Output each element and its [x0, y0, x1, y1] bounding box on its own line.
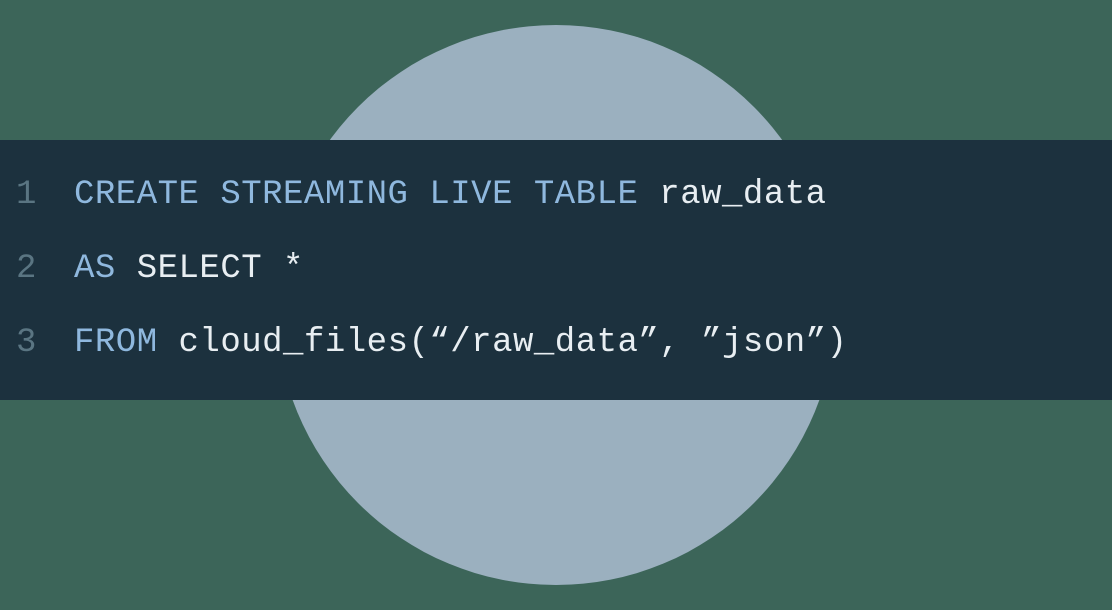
code-line-1: 1 CREATE STREAMING LIVE TABLE raw_data [0, 178, 1112, 212]
code-line-3: 3 FROM cloud_files(“/raw_data”, ”json”) [0, 326, 1112, 360]
code-block: 1 CREATE STREAMING LIVE TABLE raw_data 2… [0, 140, 1112, 400]
token-plain [638, 176, 659, 214]
line-number: 2 [16, 252, 74, 286]
token-plain [116, 250, 137, 288]
token-keyword: CREATE STREAMING LIVE TABLE [74, 176, 638, 214]
token-identifier: cloud_files(“/raw_data”, ”json”) [179, 324, 848, 362]
token-plain [158, 324, 179, 362]
line-number: 3 [16, 326, 74, 360]
token-keyword: AS [74, 250, 116, 288]
token-identifier: raw_data [659, 176, 826, 214]
code-content: AS SELECT * [74, 252, 304, 286]
code-content: FROM cloud_files(“/raw_data”, ”json”) [74, 326, 847, 360]
token-keyword: FROM [74, 324, 158, 362]
token-identifier: SELECT * [137, 250, 304, 288]
line-number: 1 [16, 178, 74, 212]
code-line-2: 2 AS SELECT * [0, 252, 1112, 286]
code-content: CREATE STREAMING LIVE TABLE raw_data [74, 178, 827, 212]
